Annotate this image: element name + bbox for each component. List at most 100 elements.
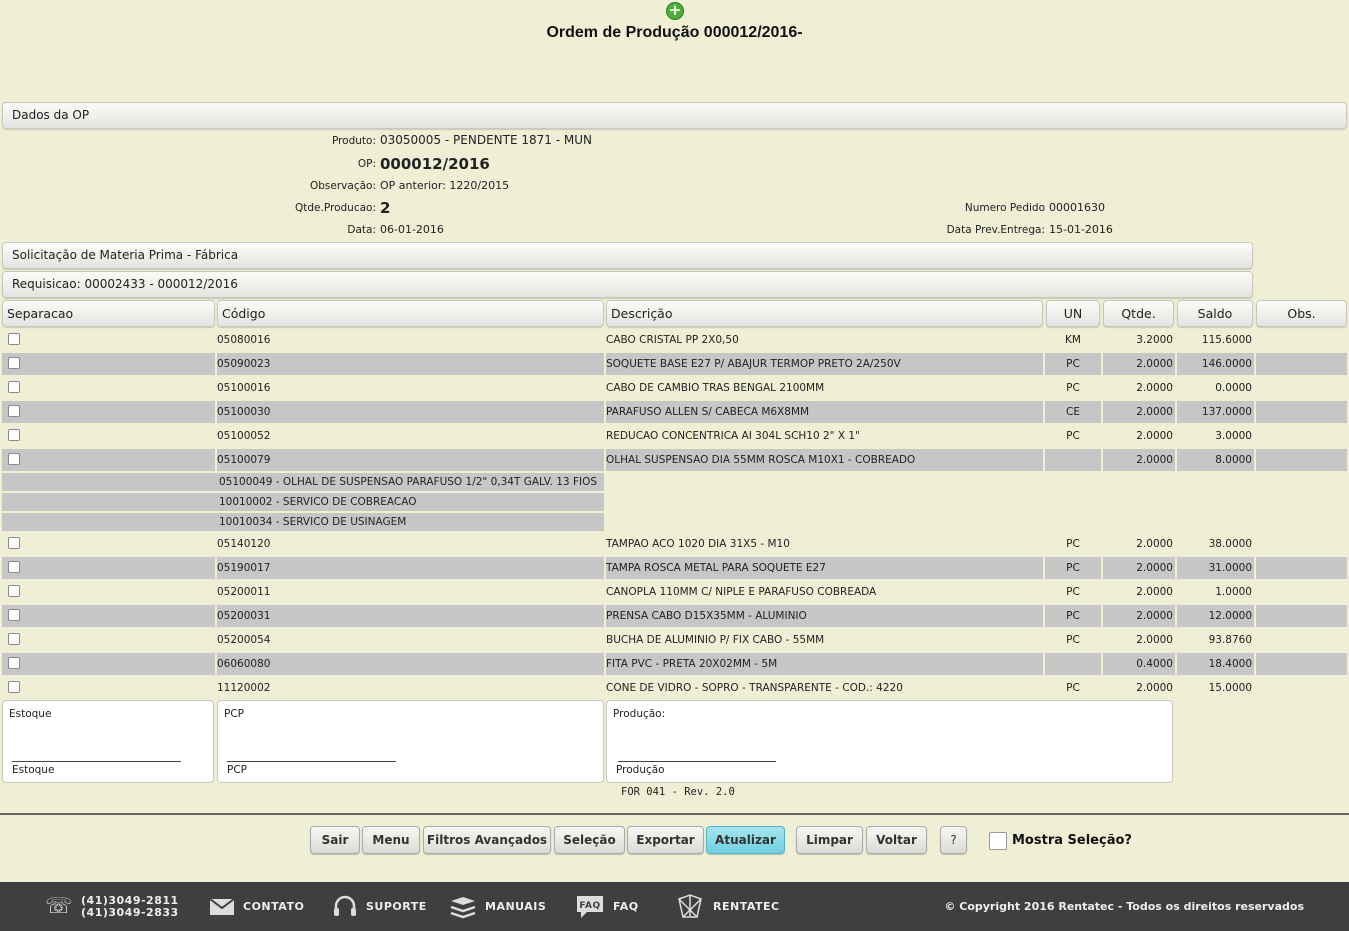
sub-item-text: 10010002 - SERVICO DE COBREACAO: [219, 496, 417, 508]
header-un[interactable]: UN: [1046, 300, 1100, 327]
row-select-checkbox[interactable]: [8, 585, 20, 597]
row-select-checkbox[interactable]: [8, 681, 20, 693]
header-qtde[interactable]: Qtde.: [1103, 300, 1174, 327]
cell-un: [1045, 653, 1101, 675]
header-obs[interactable]: Obs.: [1256, 300, 1347, 327]
copyright: © Copyright 2016 Rentatec - Todos os dir…: [944, 900, 1304, 913]
op-value: 000012/2016: [380, 155, 490, 173]
produto-value: 03050005 - PENDENTE 1871 - MUN: [380, 133, 592, 147]
cell-descricao: REDUCAO CONCENTRICA AI 304L SCH10 2" X 1…: [606, 430, 860, 442]
op-label: OP:: [357, 158, 376, 170]
cell-un: KM: [1065, 334, 1081, 346]
footer-rentatec-link[interactable]: RENTATEC: [675, 882, 780, 931]
cell-codigo: 05100079: [217, 449, 604, 471]
row-select-checkbox[interactable]: [8, 429, 20, 441]
table-row: 05080016 CABO CRISTAL PP 2X0,50 KM 3.2000 11…: [0, 329, 1349, 353]
header-codigo[interactable]: Código: [217, 300, 604, 327]
observacao-value: OP anterior: 1220/2015: [380, 179, 510, 192]
data-label: Data:: [347, 224, 376, 236]
cell-qtde: 2.0000: [1136, 586, 1173, 598]
cell-saldo: 18.4000: [1177, 653, 1254, 675]
footer-suporte-label: SUPORTE: [366, 900, 427, 913]
row-select-checkbox[interactable]: [8, 357, 20, 369]
footer-suporte-link[interactable]: SUPORTE: [332, 882, 427, 931]
cell-qtde: 2.0000: [1136, 430, 1173, 442]
cell-saldo: 137.0000: [1177, 401, 1254, 423]
cell-un: PC: [1066, 382, 1080, 394]
row-select-checkbox[interactable]: [8, 405, 20, 417]
header-saldo[interactable]: Saldo: [1177, 300, 1253, 327]
row-select-checkbox[interactable]: [8, 453, 20, 465]
cell-saldo: 31.0000: [1177, 557, 1254, 579]
sub-item-text: 05100049 - OLHAL DE SUSPENSAO PARAFUSO 1…: [219, 476, 598, 488]
cell-descricao: FITA PVC - PRETA 20X02MM - 5M: [606, 653, 1043, 675]
row-select-checkbox[interactable]: [8, 333, 20, 345]
signature-producao-title: Produção:: [613, 708, 666, 720]
footer-rentatec-label: RENTATEC: [713, 900, 780, 913]
add-icon[interactable]: +: [666, 2, 684, 20]
voltar-button[interactable]: Voltar: [866, 826, 927, 854]
mostra-selecao-checkbox[interactable]: [989, 832, 1007, 850]
cell-codigo: 05100030: [217, 401, 604, 423]
exportar-button[interactable]: Exportar: [627, 826, 704, 854]
section-solicitacao[interactable]: Solicitação de Materia Prima - Fábrica: [2, 242, 1253, 269]
sair-button[interactable]: Sair: [310, 826, 360, 854]
header-separacao[interactable]: Separacao: [2, 300, 215, 327]
footer-faq-link[interactable]: FAQ FAQ: [575, 882, 639, 931]
cell-un: PC: [1045, 353, 1101, 375]
cell-descricao: SOQUETE BASE E27 P/ ABAJUR TERMOP PRETO …: [606, 353, 1043, 375]
footer: ☏ (41)3049-2811 (41)3049-2833 CONTATO SU…: [0, 882, 1349, 931]
selecao-button[interactable]: Seleção: [554, 826, 625, 854]
cell-saldo: 8.0000: [1177, 449, 1254, 471]
row-select-checkbox[interactable]: [8, 609, 20, 621]
cell-separacao: [2, 557, 215, 579]
cell-codigo: 06060080: [217, 653, 604, 675]
cell-codigo: 05200011: [217, 586, 271, 598]
numero-pedido-label: Numero Pedido: [964, 202, 1045, 214]
row-select-checkbox[interactable]: [8, 657, 20, 669]
table-row: 05100030 PARAFUSO ALLEN S/ CABECA M6X8MM C…: [0, 401, 1349, 425]
form-revision: FOR 041 - Rev. 2.0: [621, 786, 735, 798]
page-title: Ordem de Produção 000012/2016-: [546, 24, 803, 41]
row-select-checkbox[interactable]: [8, 537, 20, 549]
cell-saldo: 146.0000: [1177, 353, 1254, 375]
cell-descricao: OLHAL SUSPENSAO DIA 55MM ROSCA M10X1 - C…: [606, 449, 1043, 471]
filtros-avancados-button[interactable]: Filtros Avançados: [423, 826, 551, 854]
cell-codigo: 05100016: [217, 382, 271, 394]
cell-qtde: 2.0000: [1136, 382, 1173, 394]
footer-contato-link[interactable]: CONTATO: [209, 882, 304, 931]
table-row: 05100052 REDUCAO CONCENTRICA AI 304L SCH1…: [0, 425, 1349, 449]
table-row: 05100016 CABO DE CAMBIO TRAS BENGAL 2100M…: [0, 377, 1349, 401]
cell-codigo: 05100052: [217, 430, 271, 442]
section-requisicao[interactable]: Requisicao: 00002433 - 000012/2016: [2, 271, 1253, 298]
footer-manuais-link[interactable]: MANUAIS: [449, 882, 546, 931]
data-entrega-value: 15-01-2016: [1049, 223, 1113, 236]
cell-qtde: 2.0000: [1103, 449, 1175, 471]
header-descricao[interactable]: Descrição: [606, 300, 1043, 327]
limpar-button[interactable]: Limpar: [796, 826, 863, 854]
produto-label: Produto:: [331, 135, 376, 147]
section-dados-op[interactable]: Dados da OP: [2, 102, 1347, 129]
svg-text:FAQ: FAQ: [579, 901, 600, 911]
sub-item-text: 10010034 - SERVICO DE USINAGEM: [219, 516, 407, 528]
cell-qtde: 2.0000: [1103, 353, 1175, 375]
cell-obs: [1256, 425, 1347, 447]
cell-saldo: 1.0000: [1215, 586, 1252, 598]
atualizar-button[interactable]: Atualizar: [706, 826, 785, 854]
table-row: 05100079 OLHAL SUSPENSAO DIA 55MM ROSCA M…: [0, 449, 1349, 473]
cell-obs: [1256, 629, 1347, 651]
cell-descricao: CONE DE VIDRO - SOPRO - TRANSPARENTE - C…: [606, 682, 903, 694]
row-select-checkbox[interactable]: [8, 381, 20, 393]
cell-qtde: 2.0000: [1136, 538, 1173, 550]
row-select-checkbox[interactable]: [8, 633, 20, 645]
help-button[interactable]: ?: [940, 826, 967, 854]
signature-pcp-title: PCP: [224, 708, 244, 720]
cell-descricao: CABO DE CAMBIO TRAS BENGAL 2100MM: [606, 382, 825, 394]
row-select-checkbox[interactable]: [8, 561, 20, 573]
data-entrega-label: Data Prev.Entrega:: [946, 224, 1045, 236]
cell-separacao: [2, 605, 215, 627]
menu-button[interactable]: Menu: [362, 826, 420, 854]
signature-estoque: Estoque Estoque: [2, 700, 214, 783]
cell-descricao: CANOPLA 110MM C/ NIPLE E PARAFUSO COBREA…: [606, 586, 877, 598]
qtde-producao-value: 2: [380, 199, 391, 217]
